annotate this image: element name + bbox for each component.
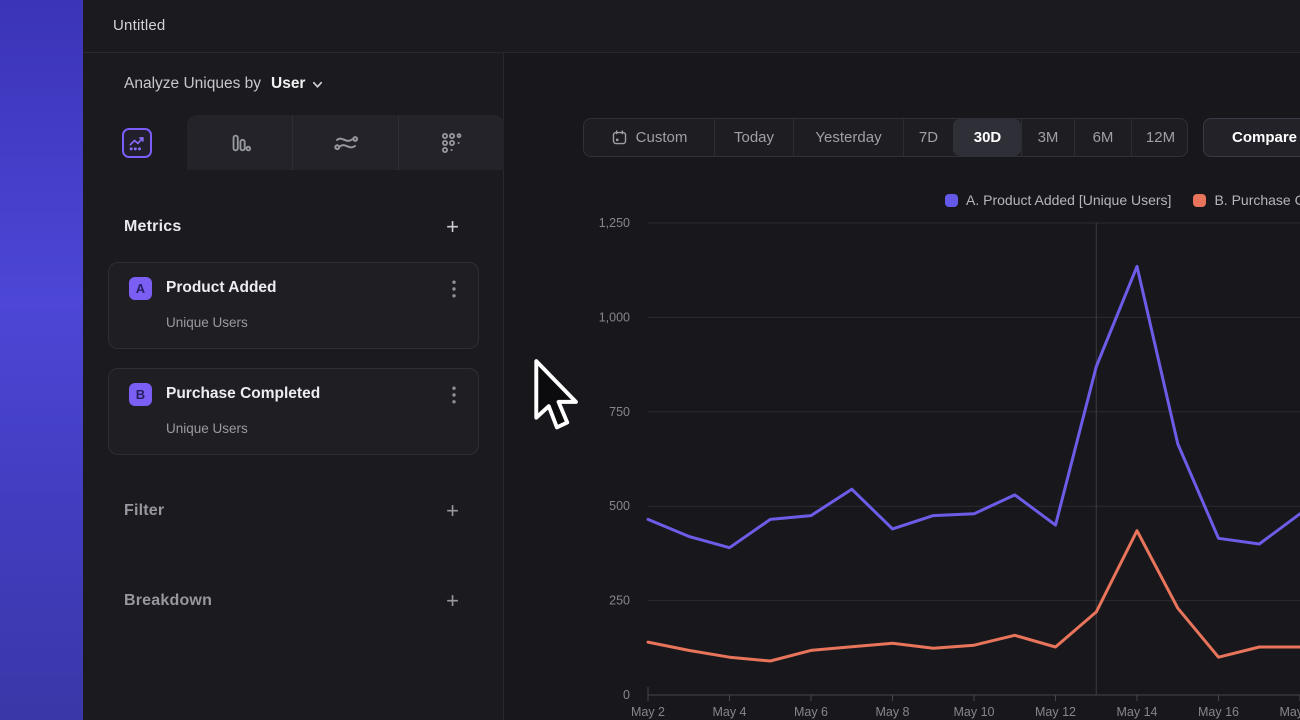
analyze-by-dropdown[interactable]: User — [271, 75, 324, 93]
tab-bar-chart[interactable] — [187, 115, 292, 170]
kebab-menu-icon[interactable] — [444, 277, 464, 301]
line-chart-icon — [127, 133, 147, 153]
legend-label: B. Purchase Completed [Unique Users] — [1214, 192, 1300, 208]
range-6m[interactable]: 6M — [1074, 119, 1131, 156]
chevron-down-icon — [311, 78, 324, 91]
time-range-group: CustomTodayYesterday7D30D3M6M12M — [583, 118, 1188, 157]
svg-text:May 4: May 4 — [712, 705, 746, 719]
metric-card-a[interactable]: A Product Added Unique Users — [108, 262, 479, 349]
svg-text:May 16: May 16 — [1198, 705, 1239, 719]
legend-item[interactable]: A. Product Added [Unique Users] — [945, 192, 1171, 208]
calendar-icon — [611, 129, 628, 146]
chart-panel: CustomTodayYesterday7D30D3M6M12M Compare… — [504, 53, 1300, 720]
topbar: Untitled — [83, 0, 1300, 53]
add-filter-button[interactable]: + — [446, 501, 459, 521]
svg-text:May 8: May 8 — [875, 705, 909, 719]
tab-flows[interactable] — [292, 115, 398, 170]
metric-title: Purchase Completed — [166, 385, 320, 403]
breakdown-section-header: Breakdown + — [124, 591, 459, 611]
app-window: Untitled Analyze Uniques by User — [0, 0, 1300, 720]
analyze-by-value: User — [271, 75, 305, 93]
tab-line-chart[interactable] — [122, 128, 152, 158]
legend-label: A. Product Added [Unique Users] — [966, 192, 1171, 208]
range-today[interactable]: Today — [714, 119, 793, 156]
filter-section-header: Filter + — [124, 501, 459, 521]
svg-text:1,000: 1,000 — [599, 310, 630, 324]
metrics-section-header: Metrics + — [124, 217, 459, 237]
range-yesterday[interactable]: Yesterday — [793, 119, 903, 156]
metric-subtitle: Unique Users — [166, 315, 248, 330]
flows-icon — [333, 131, 359, 155]
sidebar: Analyze Uniques by User — [83, 53, 504, 720]
legend-swatch — [1193, 194, 1206, 207]
kebab-menu-icon[interactable] — [444, 383, 464, 407]
chart-type-tabs — [187, 115, 504, 170]
bar-chart-icon — [228, 131, 252, 155]
metrics-heading: Metrics — [124, 218, 181, 236]
compare-button[interactable]: Compare — [1203, 118, 1300, 157]
metric-card-b[interactable]: B Purchase Completed Unique Users — [108, 368, 479, 455]
range-30d[interactable]: 30D — [953, 119, 1021, 156]
svg-text:0: 0 — [623, 688, 630, 702]
add-breakdown-button[interactable]: + — [446, 591, 459, 611]
svg-text:May 10: May 10 — [954, 705, 995, 719]
analyze-row: Analyze Uniques by User — [124, 75, 324, 93]
metric-title: Product Added — [166, 279, 277, 297]
legend-item[interactable]: B. Purchase Completed [Unique Users] — [1193, 192, 1300, 208]
metric-subtitle: Unique Users — [166, 421, 248, 436]
svg-text:1,250: 1,250 — [599, 216, 630, 230]
tab-retention[interactable] — [398, 115, 504, 170]
range-12m[interactable]: 12M — [1131, 119, 1188, 156]
legend-swatch — [945, 194, 958, 207]
desktop-gradient-strip — [0, 0, 83, 720]
retention-grid-icon — [440, 131, 464, 155]
chart-legend: A. Product Added [Unique Users] B. Purcha… — [945, 192, 1300, 208]
analyze-label: Analyze Uniques by — [124, 75, 261, 93]
range-custom[interactable]: Custom — [584, 119, 714, 156]
svg-text:250: 250 — [609, 594, 630, 608]
range-3m[interactable]: 3M — [1021, 119, 1074, 156]
breakdown-heading: Breakdown — [124, 592, 212, 610]
metric-badge: A — [129, 277, 152, 300]
svg-text:May 2: May 2 — [631, 705, 665, 719]
range-7d[interactable]: 7D — [903, 119, 953, 156]
svg-text:May 6: May 6 — [794, 705, 828, 719]
metric-badge: B — [129, 383, 152, 406]
svg-text:500: 500 — [609, 499, 630, 513]
filter-heading: Filter — [124, 502, 164, 520]
svg-text:May 12: May 12 — [1035, 705, 1076, 719]
svg-text:750: 750 — [609, 405, 630, 419]
svg-text:May 18: May 18 — [1280, 705, 1300, 719]
add-metric-button[interactable]: + — [446, 217, 459, 237]
svg-text:May 14: May 14 — [1117, 705, 1158, 719]
report-title[interactable]: Untitled — [113, 17, 165, 34]
